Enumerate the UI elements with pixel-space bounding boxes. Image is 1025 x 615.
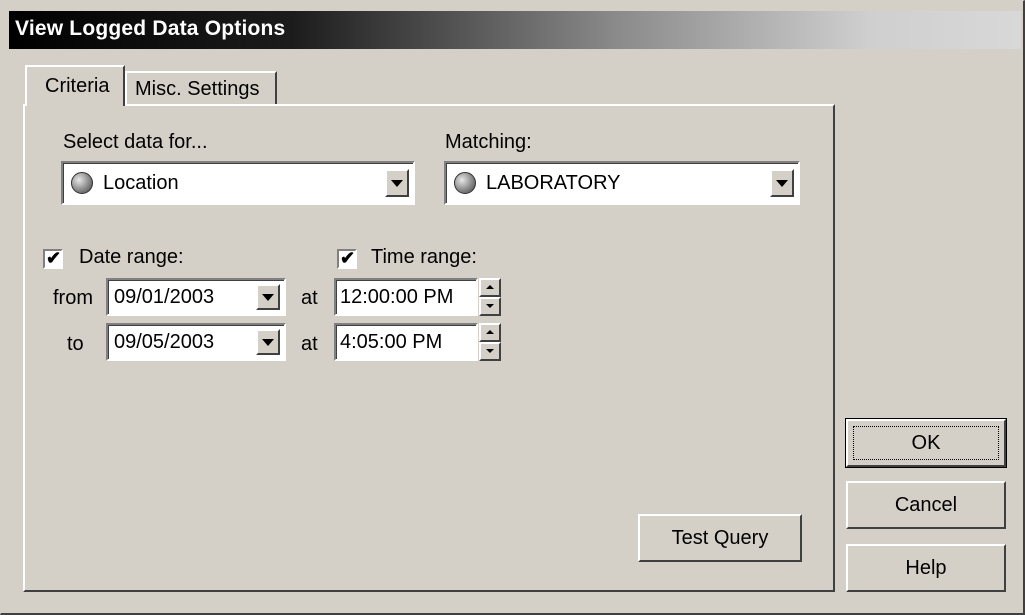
ok-label: OK <box>911 432 941 454</box>
select-data-label: Select data for... <box>63 131 208 153</box>
ok-button[interactable]: OK <box>845 418 1007 468</box>
test-query-button[interactable]: Test Query <box>638 514 802 562</box>
from-time-spinner[interactable] <box>479 278 501 316</box>
select-data-dropdown-arrow[interactable] <box>385 169 409 197</box>
from-date-dropdown-arrow[interactable] <box>256 284 280 310</box>
cancel-label: Cancel <box>894 494 958 516</box>
select-data-dropdown[interactable]: Location <box>61 161 415 205</box>
tab-misc-settings[interactable]: Misc. Settings <box>125 71 277 106</box>
matching-label: Matching: <box>445 131 532 153</box>
dialog-window: View Logged Data Options Criteria Misc. … <box>0 0 1025 615</box>
date-range-checkbox[interactable]: ✔ <box>43 248 63 269</box>
at-label: at <box>301 333 318 355</box>
from-date-picker[interactable]: 09/01/2003 <box>106 278 286 316</box>
spin-down-icon[interactable] <box>479 297 501 316</box>
time-range-checkbox[interactable]: ✔ <box>337 248 357 269</box>
checkmark-icon: ✔ <box>340 248 356 268</box>
globe-icon <box>71 172 93 194</box>
to-date-value: 09/05/2003 <box>114 331 215 353</box>
to-time-spinner[interactable] <box>479 323 501 361</box>
matching-value: LABORATORY <box>486 172 621 194</box>
spin-up-icon[interactable] <box>479 278 501 297</box>
chevron-down-icon <box>262 294 274 301</box>
tab-criteria-label: Criteria <box>45 75 110 97</box>
chevron-down-icon <box>262 339 274 346</box>
help-label: Help <box>905 557 947 579</box>
from-time-value: 12:00:00 PM <box>340 286 454 308</box>
date-range-label: Date range: <box>79 246 184 268</box>
globe-icon <box>454 172 476 194</box>
matching-dropdown[interactable]: LABORATORY <box>444 161 800 205</box>
to-date-picker[interactable]: 09/05/2003 <box>106 323 286 361</box>
at-label: at <box>301 287 318 309</box>
from-date-value: 09/01/2003 <box>114 286 215 308</box>
time-range-label: Time range: <box>371 246 477 268</box>
test-query-label: Test Query <box>671 527 769 549</box>
checkmark-icon: ✔ <box>46 248 62 268</box>
help-button[interactable]: Help <box>846 544 1006 592</box>
select-data-value: Location <box>103 172 179 194</box>
to-label: to <box>67 333 84 355</box>
from-label: from <box>53 287 93 309</box>
to-time-value: 4:05:00 PM <box>340 331 443 353</box>
from-time-field[interactable]: 12:00:00 PM <box>334 278 478 316</box>
chevron-down-icon <box>776 180 788 187</box>
spin-up-icon[interactable] <box>479 323 501 342</box>
spin-down-icon[interactable] <box>479 342 501 361</box>
to-time-field[interactable]: 4:05:00 PM <box>334 323 478 361</box>
matching-dropdown-arrow[interactable] <box>770 169 794 197</box>
to-date-dropdown-arrow[interactable] <box>256 329 280 355</box>
chevron-down-icon <box>391 180 403 187</box>
cancel-button[interactable]: Cancel <box>846 481 1006 529</box>
tab-criteria[interactable]: Criteria <box>25 65 125 106</box>
title-bar[interactable]: View Logged Data Options <box>9 11 1021 49</box>
window-title: View Logged Data Options <box>15 17 286 40</box>
tab-misc-settings-label: Misc. Settings <box>135 78 260 100</box>
